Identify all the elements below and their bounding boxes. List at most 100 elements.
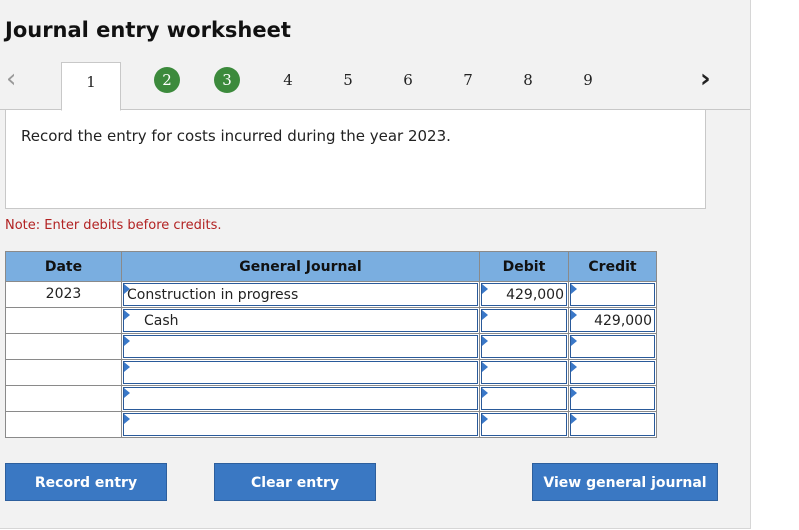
journal-table: Date General Journal Debit Credit 2023 Co… [5,251,657,438]
account-cell[interactable] [121,385,480,412]
account-input[interactable] [123,361,478,384]
account-input[interactable] [123,413,478,436]
header-date: Date [5,251,122,282]
dropdown-marker-icon [571,284,577,294]
date-cell[interactable] [5,333,122,360]
account-input[interactable] [123,335,478,358]
table-row: Cash 429,000 [5,307,657,334]
view-general-journal-button[interactable]: View general journal [532,463,718,501]
table-header-row: Date General Journal Debit Credit [5,251,657,282]
step-tab-1[interactable]: 1 [61,62,121,111]
debit-cell[interactable]: 429,000 [479,281,569,308]
chevron-left-icon[interactable]: ‹ [6,66,16,92]
account-value: Construction in progress [127,286,299,303]
account-cell[interactable]: Cash [121,307,480,334]
credit-cell[interactable] [568,385,657,412]
debit-value: 429,000 [506,286,564,303]
table-row: 2023 Construction in progress 429,000 [5,281,657,308]
debit-input[interactable]: 429,000 [481,283,567,306]
dropdown-marker-icon [571,414,577,424]
step-tab-6[interactable]: 6 [392,64,424,96]
step-tab-8[interactable]: 8 [512,64,544,96]
step-tab-3[interactable]: 3 [211,64,243,96]
debit-input[interactable] [481,361,567,384]
step-tab-9[interactable]: 9 [572,64,604,96]
note-text: Note: Enter debits before credits. [5,218,222,233]
debit-input[interactable] [481,413,567,436]
date-cell[interactable] [5,385,122,412]
debit-cell[interactable] [479,359,569,386]
account-cell[interactable] [121,333,480,360]
credit-input[interactable] [570,335,655,358]
step-tab-label: 6 [403,71,413,89]
account-cell[interactable] [121,411,480,438]
dropdown-marker-icon [571,362,577,372]
clear-entry-button[interactable]: Clear entry [214,463,376,501]
dropdown-marker-icon [124,388,130,398]
credit-cell[interactable]: 429,000 [568,307,657,334]
dropdown-marker-icon [124,362,130,372]
date-cell[interactable]: 2023 [5,281,122,308]
chevron-right-icon[interactable]: › [700,66,711,92]
credit-value: 429,000 [594,312,652,329]
debit-cell[interactable] [479,385,569,412]
step-tab-5[interactable]: 5 [332,64,364,96]
credit-input[interactable] [570,413,655,436]
table-row [5,385,657,412]
credit-cell[interactable] [568,411,657,438]
dropdown-marker-icon [571,336,577,346]
debit-cell[interactable] [479,411,569,438]
dropdown-marker-icon [482,284,488,294]
debit-cell[interactable] [479,333,569,360]
debit-input[interactable] [481,309,567,332]
credit-cell[interactable] [568,281,657,308]
dropdown-marker-icon [571,388,577,398]
credit-input[interactable] [570,361,655,384]
table-row [5,333,657,360]
step-tab-7[interactable]: 7 [452,64,484,96]
dropdown-marker-icon [124,310,130,320]
dropdown-marker-icon [482,310,488,320]
record-entry-button[interactable]: Record entry [5,463,167,501]
step-tab-label: 9 [583,71,593,89]
date-cell[interactable] [5,411,122,438]
step-tab-label: 1 [86,73,96,91]
credit-input[interactable] [570,387,655,410]
debit-input[interactable] [481,387,567,410]
date-cell[interactable] [5,307,122,334]
step-tab-label: 2 [154,67,180,93]
date-cell[interactable] [5,359,122,386]
dropdown-marker-icon [482,362,488,372]
credit-input[interactable]: 429,000 [570,309,655,332]
credit-cell[interactable] [568,333,657,360]
step-tab-label: 4 [283,71,293,89]
dropdown-marker-icon [571,310,577,320]
account-value: Cash [144,312,179,329]
credit-input[interactable] [570,283,655,306]
table-row [5,359,657,386]
step-tab-label: 5 [343,71,353,89]
account-input[interactable] [123,387,478,410]
credit-cell[interactable] [568,359,657,386]
step-tab-4[interactable]: 4 [272,64,304,96]
header-general-journal: General Journal [121,251,480,282]
step-tab-label: 7 [463,71,473,89]
account-input[interactable]: Construction in progress [123,283,478,306]
date-value: 2023 [45,286,82,302]
instruction-text: Record the entry for costs incurred duri… [21,127,451,145]
instruction-panel: Record the entry for costs incurred duri… [5,109,706,209]
page-title: Journal entry worksheet [5,18,291,42]
header-credit: Credit [568,251,657,282]
account-cell[interactable]: Construction in progress [121,281,480,308]
header-debit: Debit [479,251,569,282]
step-tab-2[interactable]: 2 [151,64,183,96]
step-tab-label: 3 [214,67,240,93]
debit-input[interactable] [481,335,567,358]
dropdown-marker-icon [482,388,488,398]
debit-cell[interactable] [479,307,569,334]
account-cell[interactable] [121,359,480,386]
dropdown-marker-icon [482,414,488,424]
step-tab-label: 8 [523,71,533,89]
account-input[interactable]: Cash [123,309,478,332]
dropdown-marker-icon [482,336,488,346]
